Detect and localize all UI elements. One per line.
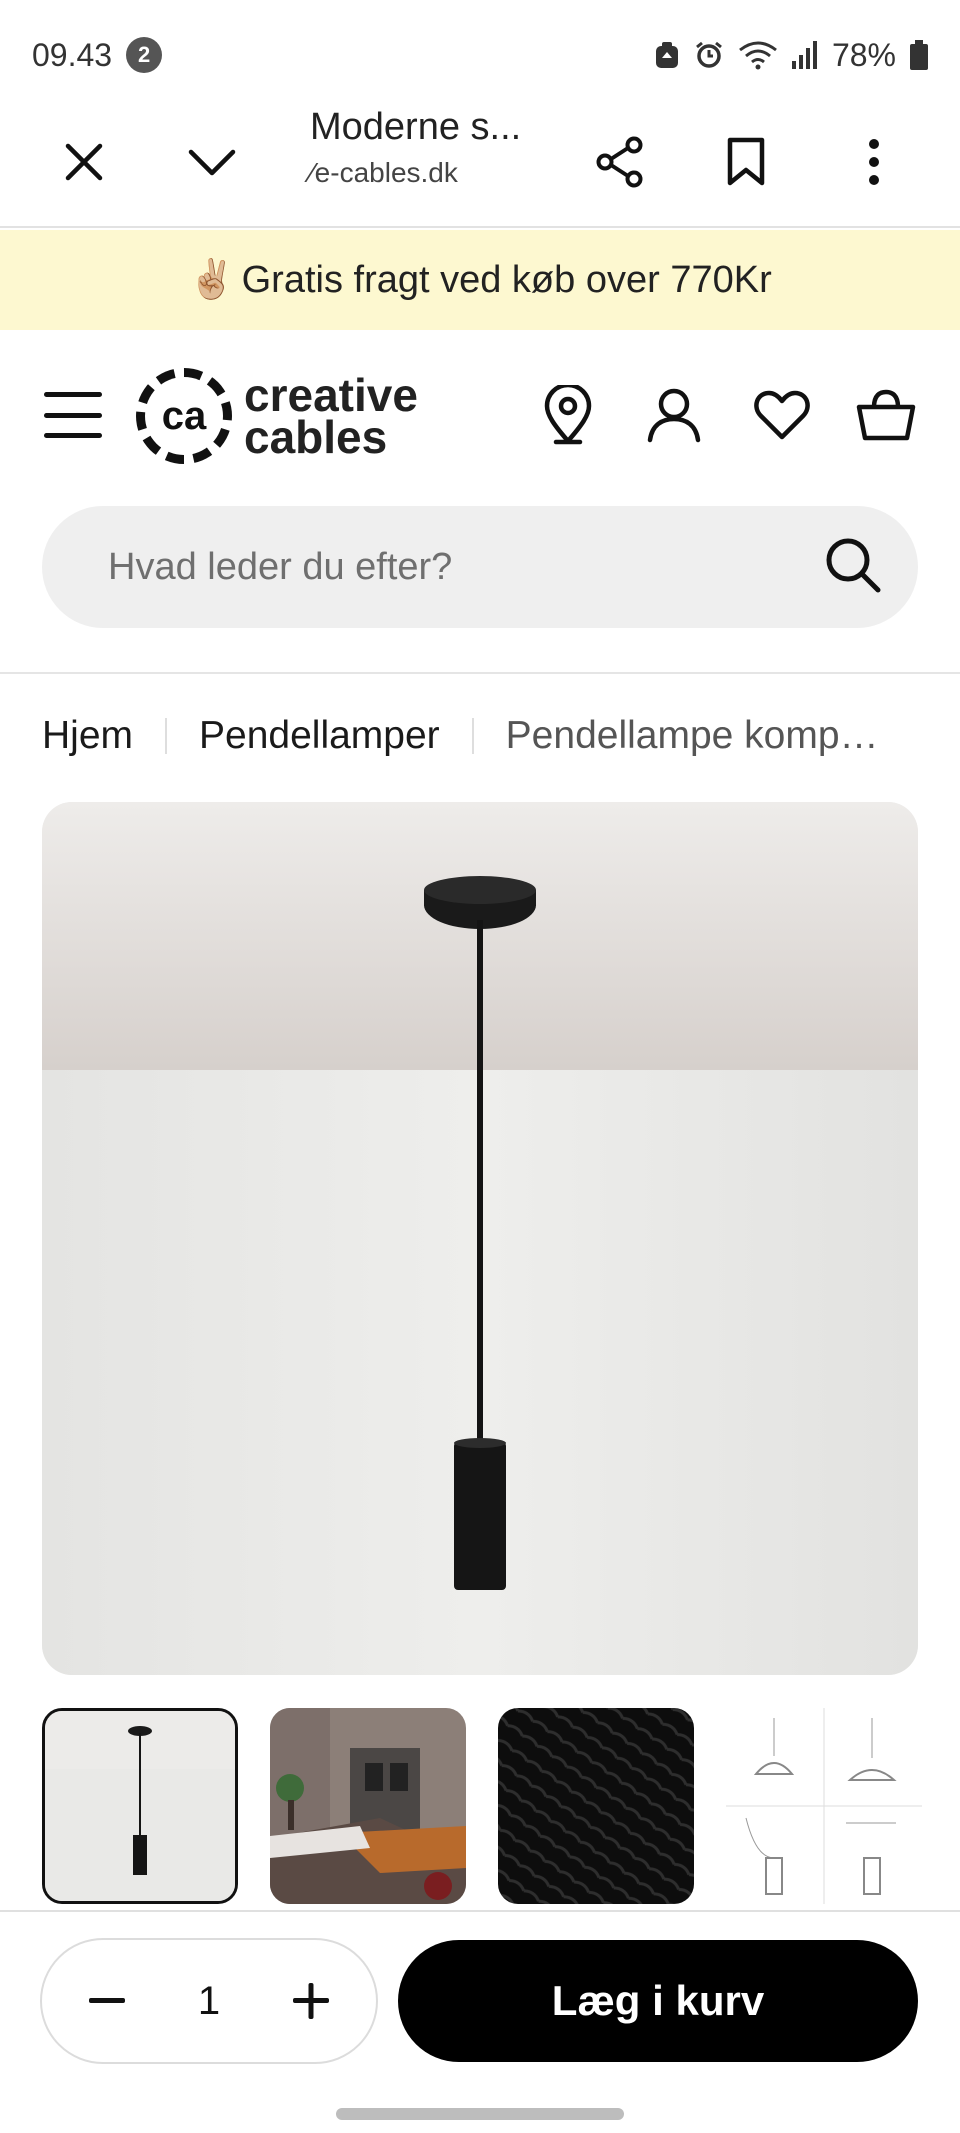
search-icon[interactable] [824,536,882,599]
technical-drawing-thumbnail[interactable] [726,1708,922,1904]
free-shipping-banner: ✌🏼 Gratis fragt ved køb over 770Kr [0,230,960,330]
logo-wordmark: creative cables [244,369,418,463]
status-time: 09.43 [32,36,113,73]
breadcrumb: Hjem Pendellamper Pendellampe komp… [42,706,922,766]
product-image[interactable] [42,802,918,1675]
account-icon[interactable] [644,385,704,445]
more-vertical-icon[interactable] [834,122,914,202]
victory-hand-icon: ✌🏼 [188,259,236,301]
quantity-value[interactable]: 1 [198,1979,220,2024]
logo-mark: ca [136,368,232,464]
breadcrumb-current: Pendellampe komp… [505,714,879,757]
site-header: ca creative cables [0,340,960,490]
alarm-icon [694,40,724,70]
promo-text: Gratis fragt ved køb over 770Kr [241,258,772,301]
pendant-lamp-thumbnail[interactable] [42,1708,238,1904]
thumbnail-strip [42,1708,960,1904]
quantity-stepper: 1 [40,1938,378,2064]
chevron-down-icon[interactable] [172,122,252,202]
add-to-cart-button[interactable]: Læg i kurv [398,1940,918,2062]
page-info[interactable]: Moderne s... ⁄e-cables.dk [310,106,550,189]
bookmark-icon[interactable] [706,122,786,202]
heart-icon[interactable] [752,385,812,445]
header-divider [0,672,960,674]
menu-icon[interactable] [44,392,102,438]
breadcrumb-separator [165,718,168,754]
basket-icon[interactable] [856,385,916,445]
search-bar [42,506,918,628]
status-icons: 78% [654,37,928,74]
browser-toolbar: Moderne s... ⁄e-cables.dk [0,96,960,228]
breadcrumb-separator [471,718,474,754]
plus-icon[interactable] [286,1976,336,2026]
page-url: ⁄e-cables.dk [310,157,458,188]
share-icon[interactable] [580,122,660,202]
breadcrumb-home[interactable]: Hjem [42,714,133,758]
logo[interactable]: ca creative cables [136,368,418,464]
minus-icon[interactable] [82,1976,132,2026]
wifi-icon [738,40,778,70]
close-icon[interactable] [44,122,124,202]
black-fabric-cable-thumbnail[interactable] [498,1708,694,1904]
recycle-icon [654,40,680,70]
breadcrumb-category[interactable]: Pendellamper [199,714,440,758]
notification-badge: 2 [126,37,163,73]
kitchen-scene-thumbnail[interactable] [270,1708,466,1904]
status-bar: 09.43 2 78% [0,0,960,110]
home-indicator[interactable] [336,2108,624,2120]
add-to-cart-bar: 1 Læg i kurv [0,1910,960,2090]
location-pin-icon[interactable] [538,385,598,445]
battery-level: 78% [831,36,896,73]
page-title: Moderne s... [310,106,522,148]
signal-icon [791,41,818,69]
battery-icon [910,40,928,70]
search-input[interactable] [108,545,824,589]
